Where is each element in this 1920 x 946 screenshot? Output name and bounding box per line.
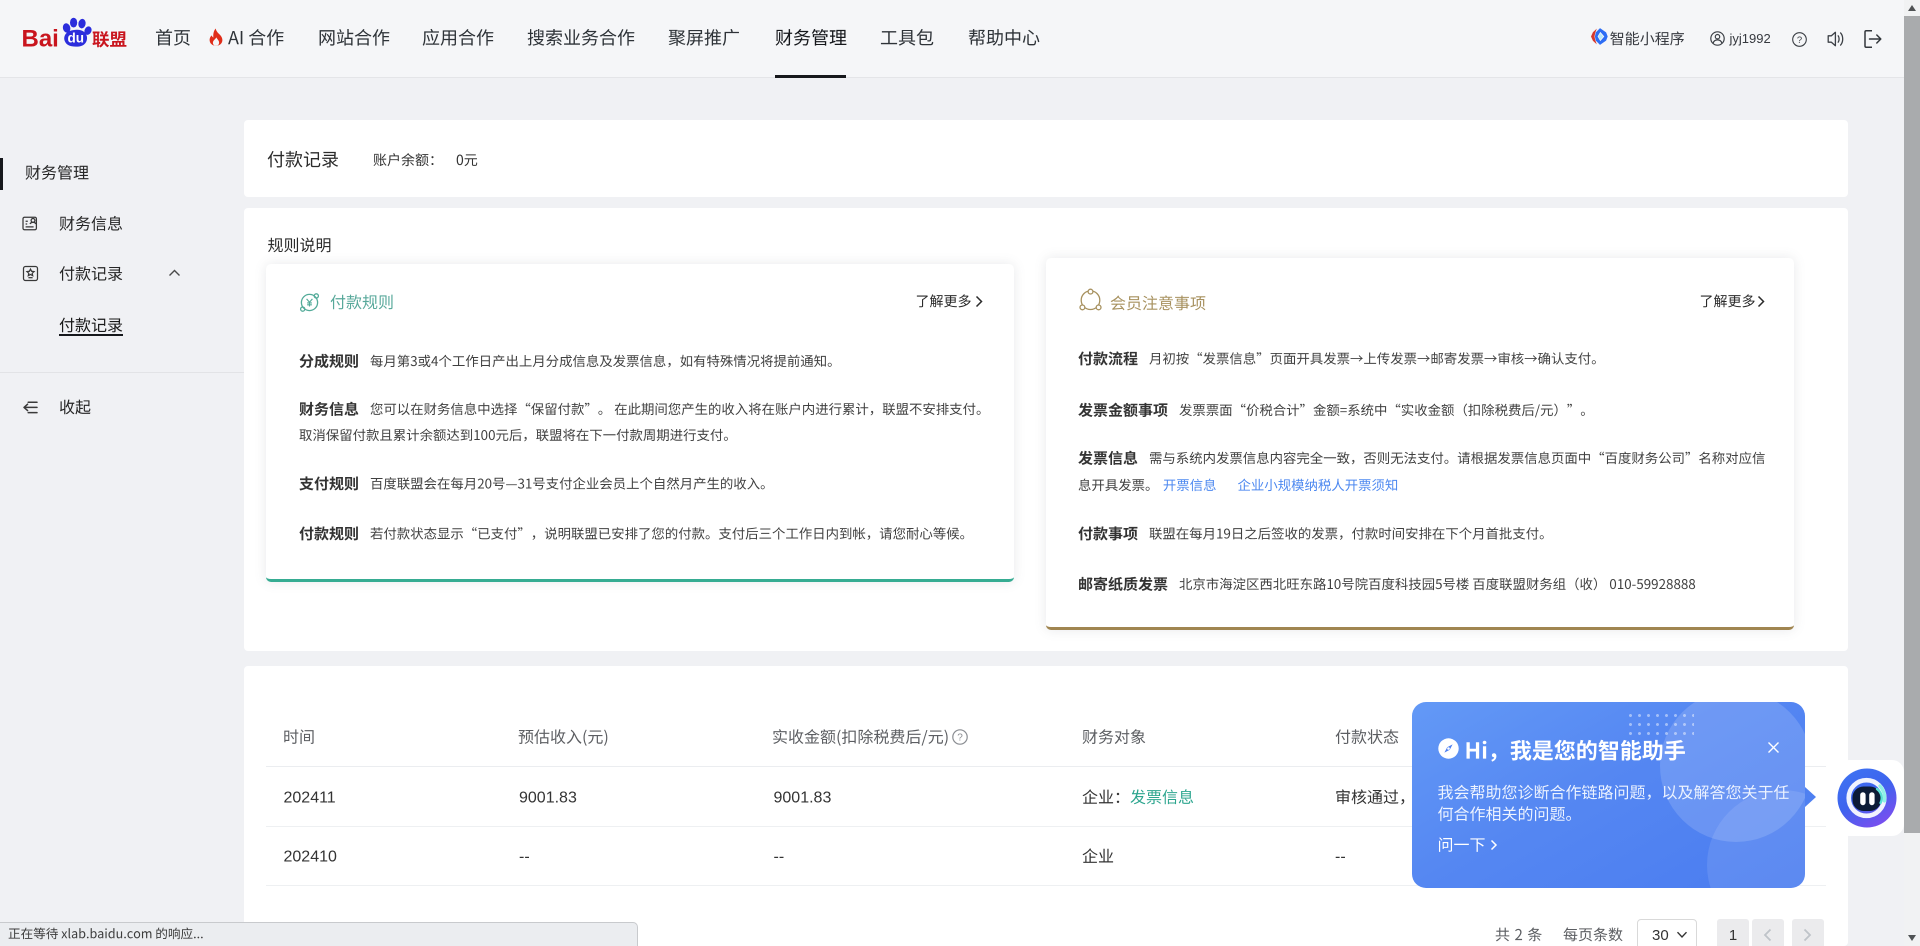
svg-text:du: du bbox=[68, 31, 85, 46]
svg-text:?: ? bbox=[957, 733, 963, 744]
svg-text:?: ? bbox=[1797, 35, 1802, 46]
